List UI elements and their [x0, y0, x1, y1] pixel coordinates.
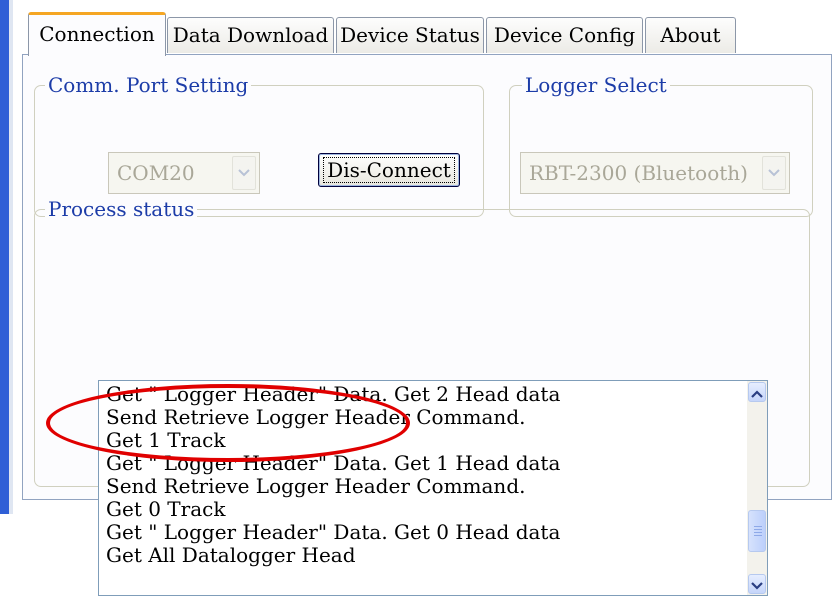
tab-device-config[interactable]: Device Config	[486, 17, 643, 53]
tab-connection[interactable]: Connection	[28, 12, 166, 56]
tab-about[interactable]: About	[645, 17, 736, 53]
process-status-log[interactable]: Get " Logger Header" Data. Get 2 Head da…	[98, 380, 768, 596]
log-line: Get " Logger Header" Data. Get 0 Head da…	[106, 520, 561, 544]
log-line: Send Retrieve Logger Header Command.	[106, 474, 526, 498]
scroll-up-button[interactable]	[748, 382, 766, 402]
tab-data-download[interactable]: Data Download	[167, 17, 334, 53]
logger-select-value: RBT-2300 (Bluetooth)	[529, 161, 748, 185]
chevron-up-icon	[751, 383, 763, 402]
process-status-title: Process status	[45, 195, 198, 223]
window-border-inner	[9, 0, 13, 514]
comm-port-setting-title: Comm. Port Setting	[45, 71, 252, 99]
logger-select-dropdown[interactable]: RBT-2300 (Bluetooth)	[520, 152, 790, 194]
scroll-thumb[interactable]	[748, 510, 766, 552]
comm-port-select[interactable]: COM20	[108, 152, 260, 194]
tab-device-status[interactable]: Device Status	[336, 17, 484, 53]
disconnect-button[interactable]: Dis-Connect	[318, 153, 460, 187]
log-line: Get 0 Track	[106, 497, 226, 521]
log-line: Get 1 Track	[106, 428, 226, 452]
chevron-down-icon	[751, 575, 763, 594]
log-line: Get " Logger Header" Data. Get 2 Head da…	[106, 382, 561, 406]
scroll-down-button[interactable]	[748, 574, 766, 594]
log-line: Send Retrieve Logger Header Command.	[106, 405, 526, 429]
window-border-left	[0, 0, 9, 514]
log-line: Get " Logger Header" Data. Get 1 Head da…	[106, 451, 561, 475]
chevron-down-icon[interactable]	[232, 156, 256, 190]
log-line: Get All Datalogger Head	[106, 543, 356, 567]
process-status-group: Process status Get " Logger Header" Data…	[34, 195, 810, 596]
logger-select-group: Logger Select RBT-2300 (Bluetooth)	[509, 71, 813, 217]
comm-port-value: COM20	[117, 161, 195, 185]
connection-panel: Comm. Port Setting COM20 Dis-Connect Log…	[22, 54, 832, 596]
log-scrollbar[interactable]	[747, 381, 767, 595]
chevron-down-icon[interactable]	[762, 156, 786, 190]
logger-select-title: Logger Select	[522, 71, 670, 99]
